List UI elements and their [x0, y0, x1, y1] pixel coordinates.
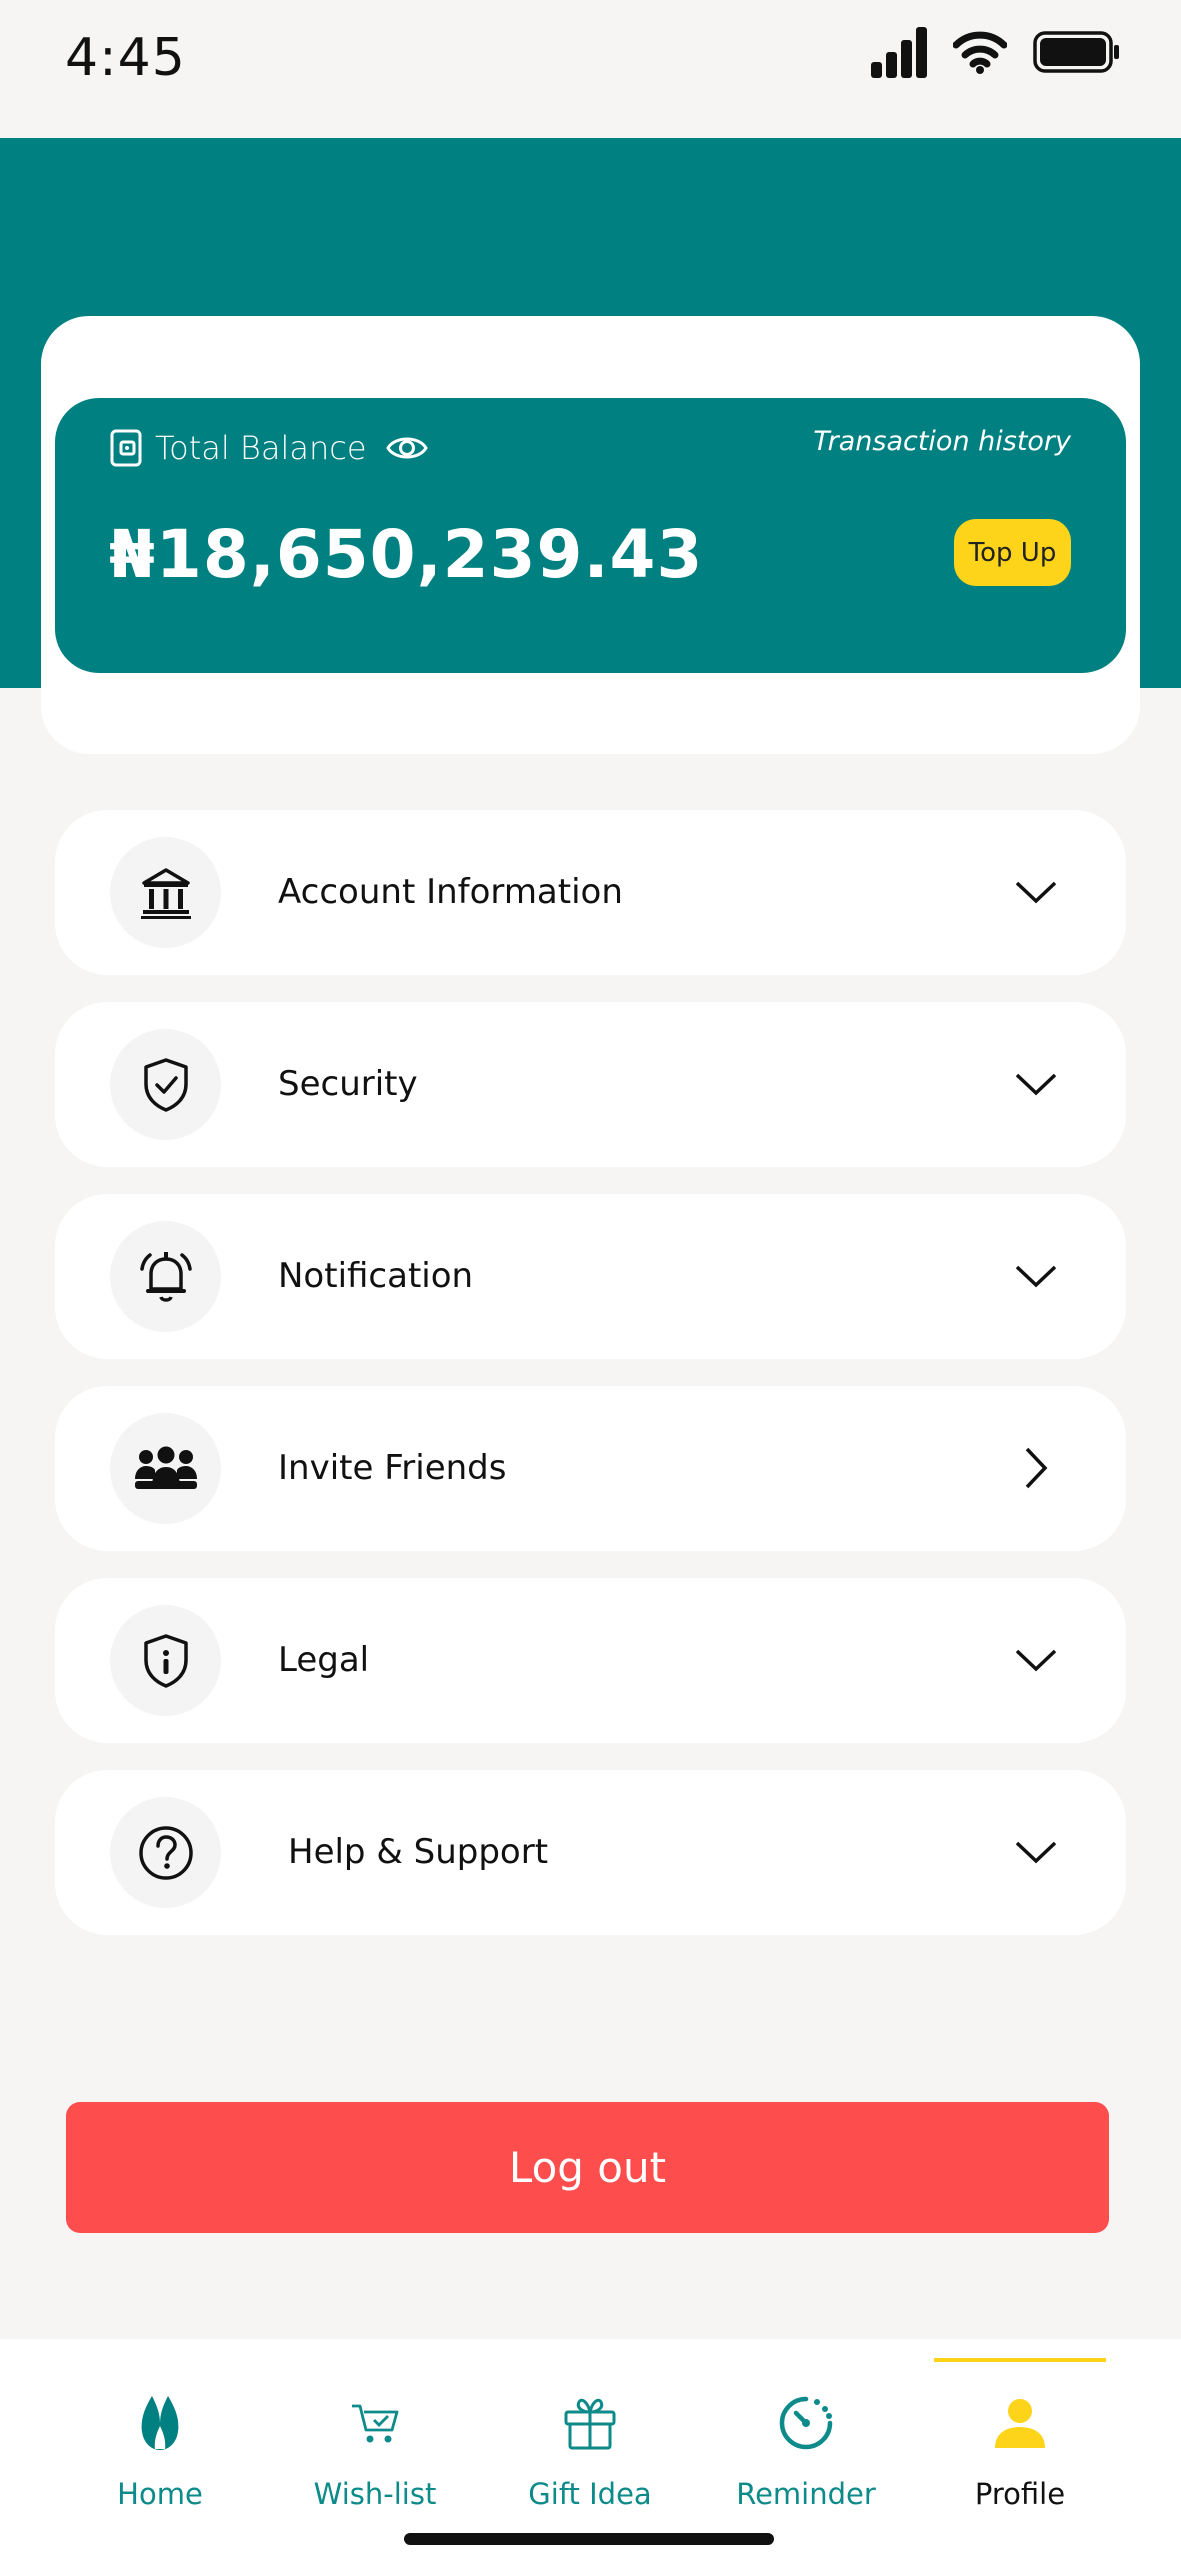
shield-check-icon [110, 1029, 221, 1140]
nav-label: Gift Idea [528, 2477, 652, 2511]
nav-item-reminder[interactable]: Reminder [716, 2339, 896, 2560]
wishlist-icon [348, 2387, 402, 2459]
home-indicator [404, 2533, 774, 2545]
menu-item-label: Security [278, 1064, 418, 1104]
total-balance-row: Total Balance [109, 428, 429, 468]
profile-icon [991, 2387, 1049, 2459]
menu-item-label: Invite Friends [278, 1448, 507, 1488]
bank-icon [110, 837, 221, 948]
chevron-down-icon [1012, 1828, 1060, 1876]
nav-label: Profile [974, 2477, 1066, 2511]
wallet-icon [110, 429, 142, 467]
battery-icon [1033, 31, 1119, 73]
home-icon [138, 2387, 182, 2459]
balance-amount: ₦18,650,239.43 [109, 516, 704, 593]
profile-menu: Account Information Security Notificatio… [55, 810, 1126, 1962]
chevron-down-icon [1012, 1252, 1060, 1300]
transaction-history-link[interactable]: Transaction history [813, 426, 1071, 457]
total-balance-label: Total Balance [155, 429, 367, 467]
menu-item-security[interactable]: Security [55, 1002, 1126, 1167]
chevron-down-icon [1012, 1060, 1060, 1108]
nav-item-gift-idea[interactable]: Gift Idea [500, 2339, 680, 2560]
menu-item-notification[interactable]: Notification [55, 1194, 1126, 1359]
balance-card: Total Balance Transaction history ₦18,65… [55, 398, 1126, 673]
menu-item-invite-friends[interactable]: Invite Friends [55, 1386, 1126, 1551]
gift-icon [561, 2387, 619, 2459]
bell-icon [110, 1221, 221, 1332]
question-circle-icon [110, 1797, 221, 1908]
nav-item-wishlist[interactable]: Wish-list [285, 2339, 465, 2560]
status-icons [871, 26, 1121, 78]
nav-item-profile[interactable]: Profile [930, 2339, 1110, 2560]
menu-item-label: Legal [278, 1640, 370, 1680]
bottom-nav: Home Wish-list Gift Idea Reminder Profil… [0, 2339, 1181, 2560]
status-time: 4:45 [65, 28, 186, 88]
people-icon [110, 1413, 221, 1524]
logout-button[interactable]: Log out [66, 2102, 1109, 2233]
chevron-right-icon [1012, 1444, 1060, 1492]
reminder-icon [777, 2387, 835, 2459]
chevron-down-icon [1012, 868, 1060, 916]
chevron-down-icon [1012, 1636, 1060, 1684]
menu-item-account-information[interactable]: Account Information [55, 810, 1126, 975]
active-tab-indicator [934, 2358, 1106, 2362]
nav-item-home[interactable]: Home [70, 2339, 250, 2560]
wifi-icon [953, 31, 1007, 74]
nav-label: Wish-list [313, 2477, 437, 2511]
menu-item-help-support[interactable]: Help & Support [55, 1770, 1126, 1935]
menu-item-legal[interactable]: Legal [55, 1578, 1126, 1743]
eye-icon[interactable] [385, 430, 429, 466]
signal-icon [871, 27, 927, 78]
top-up-button[interactable]: Top Up [954, 519, 1071, 586]
nav-label: Reminder [736, 2477, 876, 2511]
shield-info-icon [110, 1605, 221, 1716]
menu-item-label: Help & Support [288, 1832, 549, 1872]
menu-item-label: Notification [278, 1256, 474, 1296]
menu-item-label: Account Information [278, 872, 623, 912]
nav-label: Home [117, 2477, 203, 2511]
